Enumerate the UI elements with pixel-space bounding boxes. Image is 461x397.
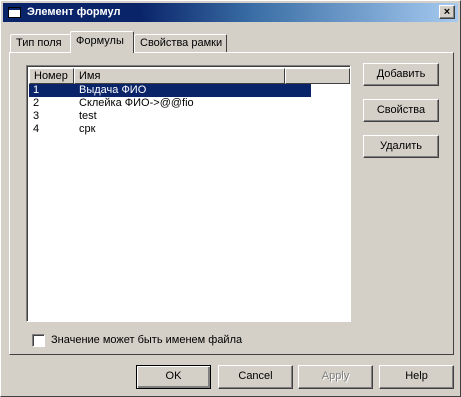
formula-list[interactable]: Номер Имя 1 Выдача ФИО 2 Склейка ФИО->@@… [26,65,351,322]
filename-checkbox[interactable] [32,334,45,347]
window-icon [8,7,21,18]
cancel-button[interactable]: Cancel [218,365,293,389]
window-title: Элемент формул [27,6,121,18]
ok-button[interactable]: OK [136,365,211,389]
row-number: 4 [33,123,40,135]
list-row[interactable]: 3 test [29,110,311,123]
column-header-filler [285,68,350,84]
tab-formulas[interactable]: Формулы [70,31,134,53]
row-number: 3 [33,110,40,122]
list-row[interactable]: 4 срк [29,123,311,136]
row-name: срк [79,123,96,135]
row-number: 2 [33,97,40,109]
delete-button[interactable]: Удалить [363,135,439,158]
list-header: Номер Имя [29,68,350,84]
row-name: test [79,110,97,122]
list-row[interactable]: 1 Выдача ФИО [29,84,311,97]
title-bar[interactable]: Элемент формул × [3,3,458,22]
column-header-name[interactable]: Имя [74,68,285,84]
column-header-number[interactable]: Номер [29,68,74,84]
help-button[interactable]: Help [379,365,454,389]
tab-field-type[interactable]: Тип поля [10,34,71,52]
close-icon[interactable]: × [439,5,455,19]
add-button[interactable]: Добавить [363,63,439,86]
dialog-window: Элемент формул × Тип поля Формулы Свойст… [0,0,461,397]
list-row[interactable]: 2 Склейка ФИО->@@fio [29,97,311,110]
row-name: Склейка ФИО->@@fio [79,97,194,109]
filename-checkbox-label: Значение может быть именем файла [51,334,243,346]
tab-frame-properties[interactable]: Свойства рамки [134,34,227,52]
properties-button[interactable]: Свойства [363,99,439,122]
row-name: Выдача ФИО [79,84,147,96]
row-number: 1 [33,84,40,96]
apply-button: Apply [298,365,373,389]
